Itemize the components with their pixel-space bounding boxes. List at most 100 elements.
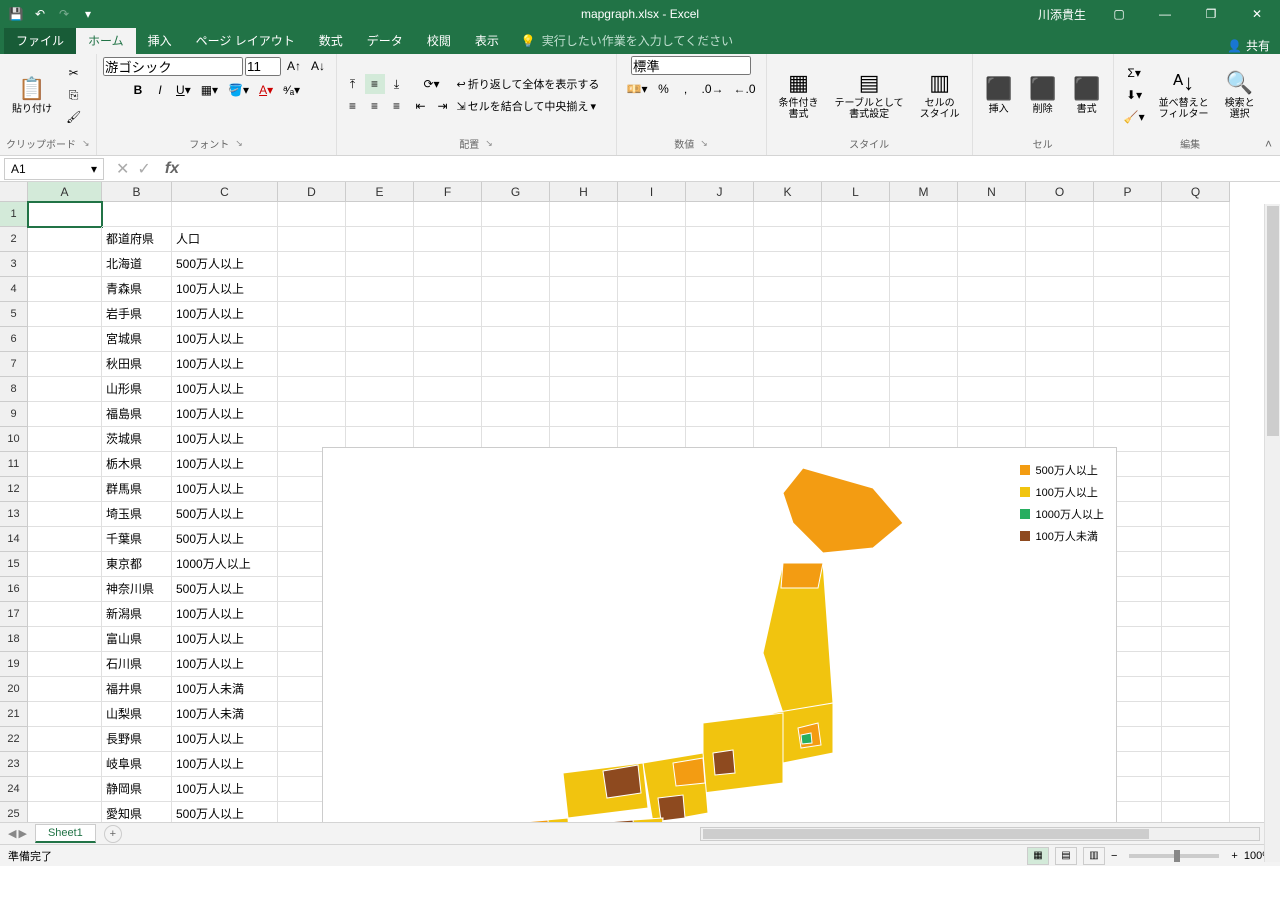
cell[interactable]: [28, 702, 102, 727]
row-header[interactable]: 7: [0, 352, 28, 377]
cell[interactable]: [618, 302, 686, 327]
tab-formulas[interactable]: 数式: [307, 27, 355, 54]
cell[interactable]: [28, 577, 102, 602]
cell[interactable]: [1026, 302, 1094, 327]
align-top-icon[interactable]: ⤒: [343, 74, 363, 94]
cell[interactable]: [414, 227, 482, 252]
cell[interactable]: [28, 527, 102, 552]
dialog-launcher-icon[interactable]: ↘: [82, 138, 90, 149]
cell[interactable]: [28, 352, 102, 377]
cell[interactable]: 100万人以上: [172, 427, 278, 452]
cell[interactable]: [618, 352, 686, 377]
cell[interactable]: 100万人以上: [172, 377, 278, 402]
sheet-tab[interactable]: Sheet1: [35, 824, 96, 843]
cell[interactable]: [958, 327, 1026, 352]
column-header[interactable]: I: [618, 182, 686, 202]
cell[interactable]: [28, 552, 102, 577]
cell[interactable]: [1162, 302, 1230, 327]
align-left-icon[interactable]: ≡: [343, 96, 363, 116]
cell[interactable]: [618, 402, 686, 427]
row-header[interactable]: 20: [0, 677, 28, 702]
cell[interactable]: [1026, 252, 1094, 277]
row-header[interactable]: 9: [0, 402, 28, 427]
cell[interactable]: [1162, 652, 1230, 677]
insert-cells-button[interactable]: ⬛挿入: [979, 74, 1019, 117]
cell[interactable]: [1162, 602, 1230, 627]
cell[interactable]: [890, 277, 958, 302]
phonetic-button[interactable]: ᵃ⁄ₐ▾: [279, 80, 304, 100]
cell[interactable]: [346, 352, 414, 377]
decrease-indent-icon[interactable]: ⇤: [411, 96, 431, 116]
cell[interactable]: [414, 377, 482, 402]
decrease-font-icon[interactable]: A↓: [307, 56, 329, 76]
column-header[interactable]: B: [102, 182, 172, 202]
cell[interactable]: 500万人以上: [172, 252, 278, 277]
cell[interactable]: [550, 227, 618, 252]
cell[interactable]: [278, 402, 346, 427]
cell[interactable]: [1162, 202, 1230, 227]
number-format-combo[interactable]: [631, 56, 751, 75]
cell[interactable]: [958, 202, 1026, 227]
cancel-formula-icon[interactable]: ✕: [116, 159, 129, 179]
tab-file[interactable]: ファイル: [4, 27, 76, 54]
row-header[interactable]: 21: [0, 702, 28, 727]
cell[interactable]: 500万人以上: [172, 527, 278, 552]
cell[interactable]: 100万人以上: [172, 452, 278, 477]
cell[interactable]: [1026, 227, 1094, 252]
add-sheet-button[interactable]: +: [104, 825, 122, 843]
cell[interactable]: 北海道: [102, 252, 172, 277]
cell[interactable]: 100万人以上: [172, 727, 278, 752]
cell[interactable]: [346, 327, 414, 352]
cell[interactable]: [686, 202, 754, 227]
cell[interactable]: 新潟県: [102, 602, 172, 627]
cell[interactable]: 愛知県: [102, 802, 172, 822]
cell[interactable]: 山形県: [102, 377, 172, 402]
cell[interactable]: 100万人以上: [172, 777, 278, 802]
cell[interactable]: 静岡県: [102, 777, 172, 802]
cell[interactable]: 500万人以上: [172, 802, 278, 822]
underline-button[interactable]: U▾: [172, 80, 195, 100]
conditional-format-button[interactable]: ▦条件付き 書式: [773, 68, 825, 122]
cell[interactable]: [28, 802, 102, 822]
cell[interactable]: [618, 327, 686, 352]
cell[interactable]: [550, 327, 618, 352]
cell[interactable]: [822, 302, 890, 327]
cell[interactable]: [1162, 227, 1230, 252]
percent-format-icon[interactable]: %: [654, 79, 674, 99]
cell[interactable]: [28, 252, 102, 277]
select-all-corner[interactable]: [0, 182, 28, 202]
column-header[interactable]: M: [890, 182, 958, 202]
cell[interactable]: [1162, 477, 1230, 502]
delete-cells-button[interactable]: ⬛削除: [1023, 74, 1063, 117]
cell[interactable]: [1094, 302, 1162, 327]
cell[interactable]: 人口: [172, 227, 278, 252]
cell[interactable]: [550, 402, 618, 427]
decrease-decimal-icon[interactable]: ←.0: [730, 79, 760, 99]
cell[interactable]: 100万人以上: [172, 752, 278, 777]
cell[interactable]: [28, 277, 102, 302]
cell[interactable]: 福井県: [102, 677, 172, 702]
cell[interactable]: [172, 202, 278, 227]
row-header[interactable]: 10: [0, 427, 28, 452]
page-layout-view-button[interactable]: ▤: [1055, 847, 1077, 865]
row-header[interactable]: 22: [0, 727, 28, 752]
cell[interactable]: 1000万人以上: [172, 552, 278, 577]
row-header[interactable]: 3: [0, 252, 28, 277]
cell[interactable]: [1162, 252, 1230, 277]
cell[interactable]: [482, 327, 550, 352]
cell[interactable]: [754, 402, 822, 427]
tab-data[interactable]: データ: [355, 27, 415, 54]
cell[interactable]: [28, 652, 102, 677]
cell[interactable]: [278, 277, 346, 302]
cell[interactable]: [958, 252, 1026, 277]
border-button[interactable]: ▦▾: [197, 80, 222, 100]
cell[interactable]: 岩手県: [102, 302, 172, 327]
cell[interactable]: 100万人以上: [172, 302, 278, 327]
zoom-out-button[interactable]: −: [1111, 850, 1117, 862]
cell[interactable]: [1162, 377, 1230, 402]
cell[interactable]: [1162, 577, 1230, 602]
cell[interactable]: [346, 277, 414, 302]
enter-formula-icon[interactable]: ✓: [137, 159, 150, 179]
fx-icon[interactable]: fx: [159, 160, 185, 178]
sheet-nav-prev-icon[interactable]: ◀: [8, 827, 16, 840]
